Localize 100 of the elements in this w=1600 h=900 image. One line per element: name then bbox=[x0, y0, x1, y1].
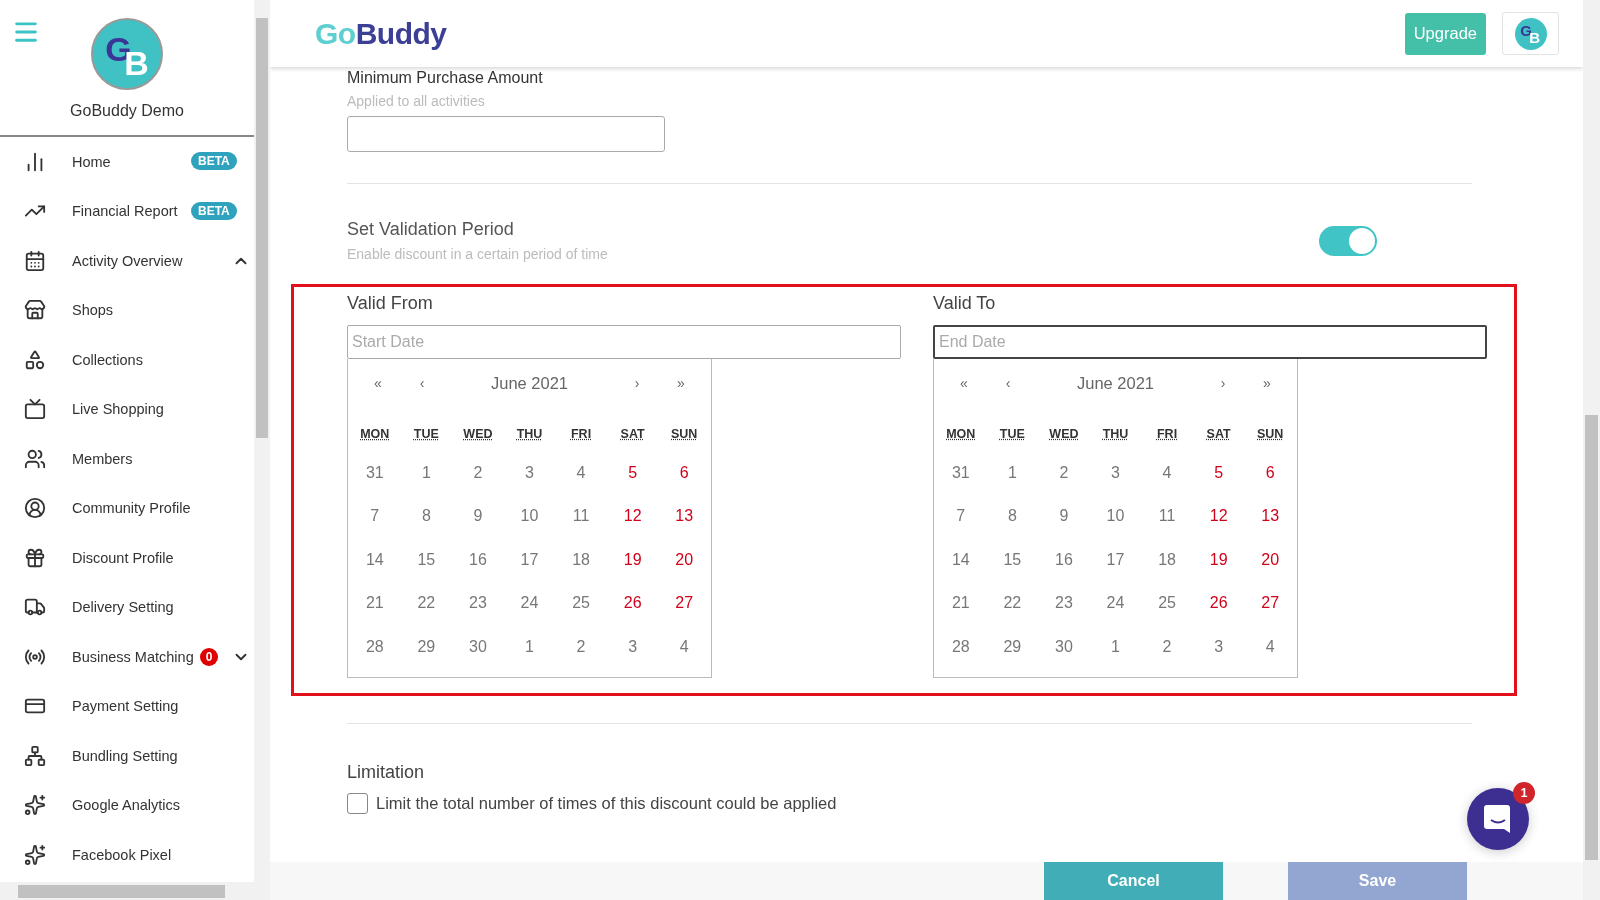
calendar-day[interactable]: 4 bbox=[1141, 451, 1193, 495]
calendar-day[interactable]: 4 bbox=[1244, 625, 1296, 669]
calendar-day[interactable]: 1 bbox=[503, 625, 556, 669]
calendar-day[interactable]: 12 bbox=[606, 494, 659, 538]
calendar-day[interactable]: 3 bbox=[503, 451, 556, 495]
calendar-day[interactable]: 28 bbox=[935, 625, 987, 669]
calendar-day[interactable]: 30 bbox=[452, 625, 504, 669]
calendar-day[interactable]: 27 bbox=[658, 581, 710, 625]
calendar-day[interactable]: 19 bbox=[606, 538, 659, 582]
sidebar-item[interactable]: Collections bbox=[0, 335, 254, 385]
calendar-day[interactable]: 20 bbox=[658, 538, 710, 582]
calendar-day[interactable]: 10 bbox=[1089, 494, 1142, 538]
calendar-day[interactable]: 13 bbox=[658, 494, 710, 538]
calendar-day[interactable]: 11 bbox=[1141, 494, 1193, 538]
calendar-day[interactable]: 6 bbox=[658, 451, 710, 495]
calendar-day[interactable]: 24 bbox=[1089, 581, 1142, 625]
page-scrollbar[interactable] bbox=[1583, 0, 1600, 900]
toggle-switch[interactable] bbox=[1319, 225, 1377, 256]
calendar-day[interactable]: 3 bbox=[606, 625, 659, 669]
calendar-day[interactable]: 2 bbox=[1038, 451, 1090, 495]
sidebar-item[interactable]: Google Analytics bbox=[0, 780, 254, 830]
calendar-day[interactable]: 21 bbox=[935, 581, 987, 625]
date-input-field[interactable]: Start Date bbox=[347, 325, 901, 359]
save-button[interactable]: Save bbox=[1288, 862, 1467, 900]
previous-year-button[interactable]: « bbox=[356, 374, 400, 392]
sidebar-item[interactable]: Delivery Setting bbox=[0, 582, 254, 632]
previous-year-button[interactable]: « bbox=[942, 374, 986, 392]
calendar-day[interactable]: 7 bbox=[935, 494, 987, 538]
calendar-day[interactable]: 8 bbox=[400, 494, 453, 538]
calendar-day[interactable]: 25 bbox=[1141, 581, 1193, 625]
calendar-day[interactable]: 31 bbox=[935, 451, 987, 495]
calendar-day[interactable]: 16 bbox=[1038, 538, 1090, 582]
next-month-button[interactable]: › bbox=[1201, 374, 1245, 392]
horizontal-scrollbar[interactable] bbox=[0, 882, 254, 900]
calendar-day[interactable]: 15 bbox=[400, 538, 453, 582]
calendar-day[interactable]: 21 bbox=[349, 581, 401, 625]
calendar-day[interactable]: 28 bbox=[349, 625, 401, 669]
calendar-day[interactable]: 24 bbox=[503, 581, 556, 625]
calendar-day[interactable]: 1 bbox=[986, 451, 1039, 495]
calendar-day[interactable]: 9 bbox=[1038, 494, 1090, 538]
calendar-day[interactable]: 14 bbox=[349, 538, 401, 582]
next-year-button[interactable]: » bbox=[1245, 374, 1289, 392]
calendar-day[interactable]: 2 bbox=[452, 451, 504, 495]
calendar-day[interactable]: 17 bbox=[503, 538, 556, 582]
calendar-day[interactable]: 9 bbox=[452, 494, 504, 538]
amount-input-field[interactable] bbox=[347, 116, 665, 152]
calendar-day[interactable]: 5 bbox=[1192, 451, 1245, 495]
sidebar-item[interactable]: Home BETA bbox=[0, 137, 254, 187]
calendar-day[interactable]: 12 bbox=[1192, 494, 1245, 538]
calendar-day[interactable]: 2 bbox=[1141, 625, 1193, 669]
previous-month-button[interactable]: ‹ bbox=[400, 374, 444, 392]
sidebar-item[interactable]: Financial Report BETA bbox=[0, 186, 254, 236]
sidebar-item[interactable]: Live Shopping bbox=[0, 384, 254, 434]
sidebar-item[interactable]: Members bbox=[0, 434, 254, 484]
calendar-day[interactable]: 13 bbox=[1244, 494, 1296, 538]
calendar-day[interactable]: 6 bbox=[1244, 451, 1296, 495]
sidebar-item[interactable]: Community Profile bbox=[0, 483, 254, 533]
calendar-day[interactable]: 15 bbox=[986, 538, 1039, 582]
sidebar-item[interactable]: Bundling Setting bbox=[0, 731, 254, 781]
calendar-day[interactable]: 7 bbox=[349, 494, 401, 538]
calendar-day[interactable]: 26 bbox=[1192, 581, 1245, 625]
calendar-day[interactable]: 30 bbox=[1038, 625, 1090, 669]
calendar-day[interactable]: 16 bbox=[452, 538, 504, 582]
account-avatar-button[interactable]: GB bbox=[1502, 12, 1559, 55]
calendar-day[interactable]: 27 bbox=[1244, 581, 1296, 625]
sidebar-item[interactable]: Shops bbox=[0, 285, 254, 335]
calendar-day[interactable]: 19 bbox=[1192, 538, 1245, 582]
next-year-button[interactable]: » bbox=[659, 374, 703, 392]
next-month-button[interactable]: › bbox=[615, 374, 659, 392]
calendar-day[interactable]: 14 bbox=[935, 538, 987, 582]
calendar-day[interactable]: 23 bbox=[1038, 581, 1090, 625]
sidebar-item[interactable]: Business Matching 0 bbox=[0, 632, 254, 682]
calendar-day[interactable]: 23 bbox=[452, 581, 504, 625]
calendar-day[interactable]: 11 bbox=[555, 494, 607, 538]
previous-month-button[interactable]: ‹ bbox=[986, 374, 1030, 392]
calendar-day[interactable]: 3 bbox=[1089, 451, 1142, 495]
calendar-day[interactable]: 3 bbox=[1192, 625, 1245, 669]
calendar-day[interactable]: 4 bbox=[658, 625, 710, 669]
calendar-day[interactable]: 10 bbox=[503, 494, 556, 538]
calendar-day[interactable]: 20 bbox=[1244, 538, 1296, 582]
sidebar-item[interactable]: Discount Profile bbox=[0, 533, 254, 583]
calendar-day[interactable]: 17 bbox=[1089, 538, 1142, 582]
calendar-day[interactable]: 26 bbox=[606, 581, 659, 625]
calendar-day[interactable]: 2 bbox=[555, 625, 607, 669]
sidebar-item[interactable]: Facebook Pixel bbox=[0, 830, 254, 880]
calendar-day[interactable]: 25 bbox=[555, 581, 607, 625]
calendar-day[interactable]: 18 bbox=[1141, 538, 1193, 582]
calendar-day[interactable]: 5 bbox=[606, 451, 659, 495]
checkbox[interactable] bbox=[347, 792, 368, 814]
calendar-day[interactable]: 22 bbox=[986, 581, 1039, 625]
calendar-day[interactable]: 29 bbox=[986, 625, 1039, 669]
calendar-day[interactable]: 22 bbox=[400, 581, 453, 625]
calendar-day[interactable]: 29 bbox=[400, 625, 453, 669]
sidebar-scrollbar[interactable] bbox=[254, 0, 270, 900]
cancel-button[interactable]: Cancel bbox=[1044, 862, 1223, 900]
sidebar-item[interactable]: Payment Setting bbox=[0, 681, 254, 731]
calendar-day[interactable]: 18 bbox=[555, 538, 607, 582]
calendar-day[interactable]: 8 bbox=[986, 494, 1039, 538]
chat-button[interactable] bbox=[1467, 788, 1529, 850]
calendar-day[interactable]: 31 bbox=[349, 451, 401, 495]
